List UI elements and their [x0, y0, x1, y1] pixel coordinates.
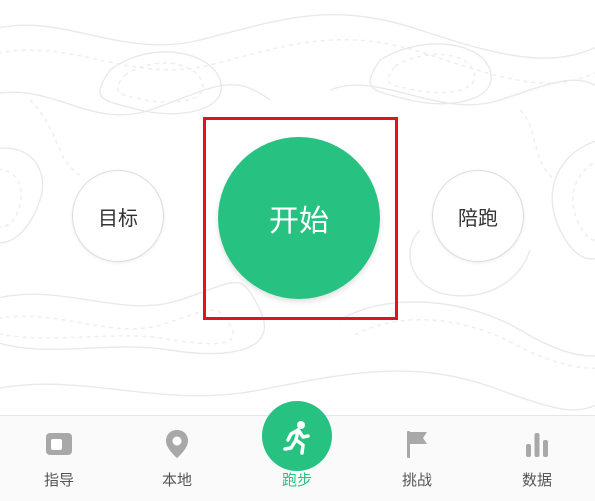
tab-data[interactable]: 数据	[497, 416, 577, 501]
tab-guide[interactable]: 指导	[19, 416, 99, 501]
pace-label: 陪跑	[458, 205, 498, 230]
pace-companion-button[interactable]: 陪跑	[432, 170, 524, 262]
highlight-box	[203, 117, 398, 320]
tab-challenge[interactable]: 挑战	[377, 416, 457, 501]
bar-chart-icon	[526, 433, 548, 457]
tab-local[interactable]: 本地	[137, 416, 217, 501]
guide-icon	[46, 433, 72, 455]
tab-guide-label: 指导	[43, 471, 74, 489]
tab-running[interactable]: 跑步	[257, 401, 337, 501]
bottom-tab-bar: 指导 本地 跑步 挑战 数据	[0, 401, 595, 501]
tab-challenge-label: 挑战	[401, 471, 432, 489]
flag-icon	[407, 431, 427, 458]
tab-local-label: 本地	[161, 471, 192, 489]
goal-label: 目标	[98, 205, 138, 230]
tab-data-label: 数据	[521, 471, 552, 489]
tab-running-label: 跑步	[281, 471, 312, 489]
location-pin-icon	[166, 430, 188, 458]
running-person-icon	[283, 421, 310, 455]
goal-button[interactable]: 目标	[72, 170, 164, 262]
